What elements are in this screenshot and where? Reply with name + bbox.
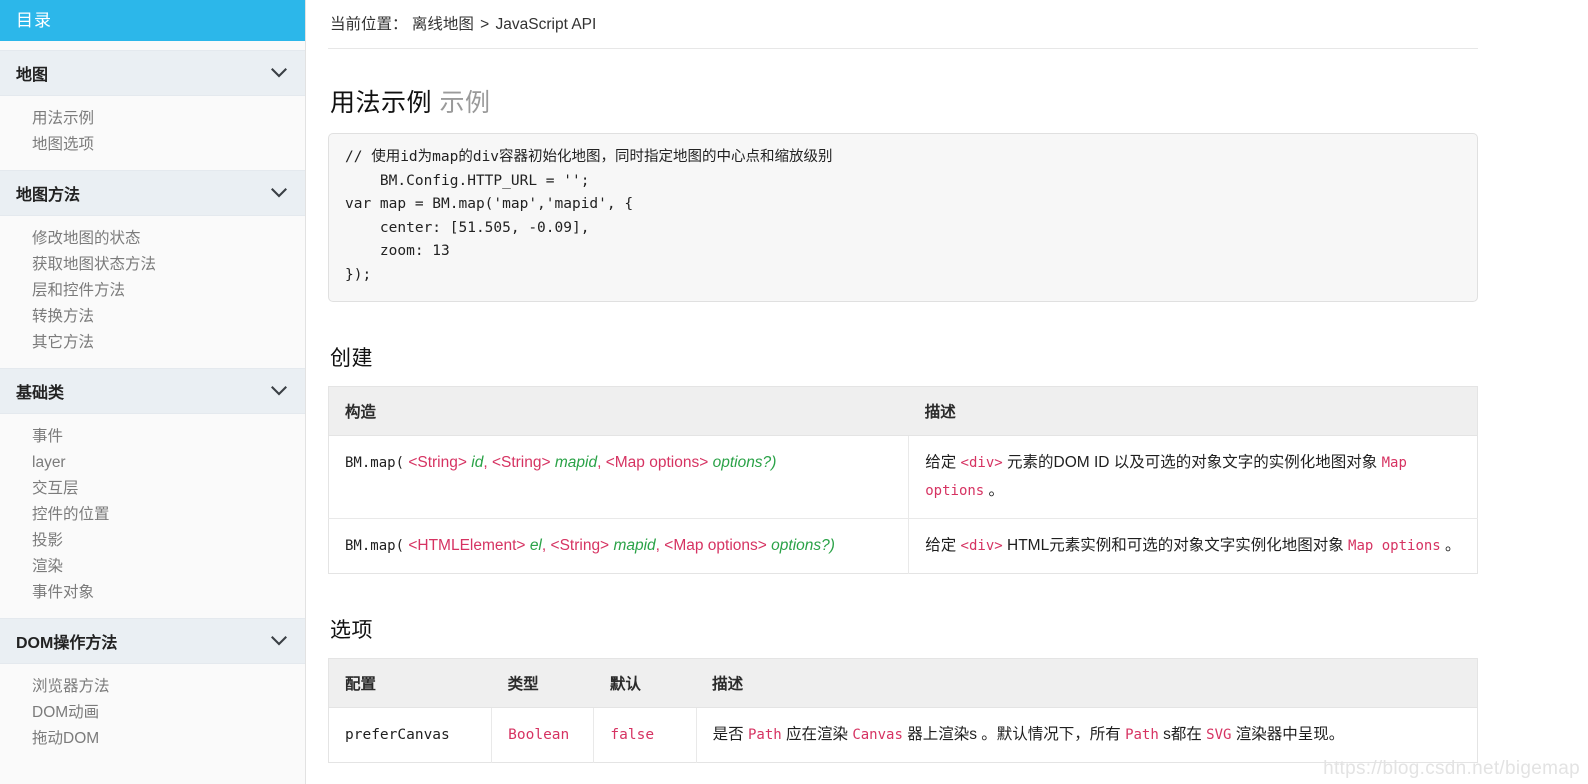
options-table-header-row: 配置 类型 默认 描述 [328,658,1478,708]
usage-heading-muted: 示例 [439,89,491,117]
sidebar: 目录 地图用法示例 地图选项地图方法修改地图的状态 获取地图状态方法 层和控件方法 转换… [0,0,306,784]
page-root: 目录 地图用法示例 地图选项地图方法修改地图的状态 获取地图状态方法 层和控件方法 转换… [0,0,1588,784]
breadcrumb-crumb-0[interactable]: 离线地图 [412,16,474,33]
breadcrumb: 当前位置： 离线地图 > JavaScript API [328,0,1478,49]
sidebar-item-2-1[interactable]: layer [0,450,305,476]
sidebar-title: 目录 [0,0,305,41]
create-heading: 创建 [330,347,373,370]
sidebar-section-body-2: 事件 layer 交互层 控件的位置 投影 渲染 事件对象 [0,414,305,618]
options-col-default: 默认 [593,658,697,708]
option-type-cell: Boolean [491,707,594,763]
sidebar-section-body-1: 修改地图的状态 获取地图状态方法 层和控件方法 转换方法 其它方法 [0,216,305,368]
sidebar-item-1-3[interactable]: 转换方法 [0,304,305,330]
chevron-down-icon[interactable] [271,188,287,198]
sidebar-section-label: 地图 [16,67,49,84]
sidebar-section-body-0: 用法示例 地图选项 [0,96,305,170]
sidebar-item-3-1[interactable]: DOM动画 [0,700,305,726]
create-signature-cell: BM.map( <HTMLElement> el, <String> mapid… [328,518,909,574]
sidebar-section-header-0[interactable]: 地图 [0,50,305,96]
sidebar-item-1-2[interactable]: 层和控件方法 [0,278,305,304]
options-table: 配置 类型 默认 描述 preferCanvas Boolean false 是否 P… [328,658,1478,763]
options-col-config: 配置 [328,658,492,708]
sidebar-item-0-0[interactable]: 用法示例 [0,106,305,132]
options-table-head: 配置 类型 默认 描述 [328,658,1478,708]
usage-code-block: // 使用id为map的div容器初始化地图，同时指定地图的中心点和缩放级别 B… [328,133,1478,302]
sidebar-item-2-6[interactable]: 事件对象 [0,580,305,606]
breadcrumb-label: 当前位置： [330,16,408,33]
create-table: 构造 描述 BM.map( <String> id, <String> mapi… [328,386,1478,574]
sidebar-item-2-5[interactable]: 渲染 [0,554,305,580]
sidebar-item-1-4[interactable]: 其它方法 [0,330,305,356]
chevron-down-icon[interactable] [271,636,287,646]
create-table-body: BM.map( <String> id, <String> mapid, <Ma… [328,435,1478,574]
sidebar-item-0-1[interactable]: 地图选项 [0,132,305,158]
content-body: 用法示例 示例 // 使用id为map的div容器初始化地图，同时指定地图的中心… [306,83,1588,763]
option-description-cell: 是否 Path 应在渲染 Canvas 器上渲染s 。默认情况下，所有 Path… [695,707,1478,763]
sidebar-item-2-0[interactable]: 事件 [0,424,305,450]
options-col-description: 描述 [696,658,1478,708]
sidebar-section-label: 地图方法 [16,187,81,204]
sidebar-section-header-1[interactable]: 地图方法 [0,170,305,216]
create-table-row: BM.map( <HTMLElement> el, <String> mapid… [328,518,1478,574]
option-default-cell: false [593,707,697,763]
sidebar-section-body-3: 浏览器方法 DOM动画 拖动DOM [0,664,305,764]
sidebar-section-label: DOM操作方法 [16,635,118,652]
chevron-down-icon[interactable] [271,386,287,396]
sidebar-item-1-1[interactable]: 获取地图状态方法 [0,252,305,278]
sidebar-item-3-2[interactable]: 拖动DOM [0,726,305,752]
usage-heading-main: 用法示例 [330,89,433,117]
main-content: 当前位置： 离线地图 > JavaScript API 用法示例 示例 // 使… [306,0,1588,784]
sidebar-item-2-3[interactable]: 控件的位置 [0,502,305,528]
sidebar-sections: 地图用法示例 地图选项地图方法修改地图的状态 获取地图状态方法 层和控件方法 转换方法其… [0,50,305,764]
create-table-row: BM.map( <String> id, <String> mapid, <Ma… [329,435,1478,519]
sidebar-item-3-0[interactable]: 浏览器方法 [0,674,305,700]
sidebar-item-2-2[interactable]: 交互层 [0,476,305,502]
options-table-row: preferCanvas Boolean false 是否 Path 应在渲染 Can… [329,707,1478,763]
breadcrumb-separator: > [480,16,490,33]
usage-heading: 用法示例 示例 [330,83,1478,119]
chevron-down-icon[interactable] [271,68,287,78]
create-col-description: 描述 [908,386,1478,436]
create-table-head: 构造 描述 [328,386,1478,436]
sidebar-section-label: 基础类 [16,385,65,402]
sidebar-section-header-2[interactable]: 基础类 [0,368,305,414]
options-heading: 选项 [330,619,373,642]
create-col-construct: 构造 [328,386,909,436]
options-col-type: 类型 [491,658,594,708]
sidebar-item-2-4[interactable]: 投影 [0,528,305,554]
sidebar-spacer [0,41,305,50]
create-table-header-row: 构造 描述 [328,386,1478,436]
create-description-cell: 给定 <div> HTML元素实例和可选的对象文字实例化地图对象 Map opt… [908,518,1478,574]
options-table-body: preferCanvas Boolean false 是否 Path 应在渲染 Can… [329,707,1478,763]
create-description-cell: 给定 <div> 元素的DOM ID 以及可选的对象文字的实例化地图对象 Map… [908,435,1478,519]
sidebar-item-1-0[interactable]: 修改地图的状态 [0,226,305,252]
breadcrumb-crumb-1[interactable]: JavaScript API [496,16,597,33]
sidebar-section-header-3[interactable]: DOM操作方法 [0,618,305,664]
option-name-cell: preferCanvas [345,727,450,743]
create-signature-cell: BM.map( <String> id, <String> mapid, <Ma… [345,454,777,471]
